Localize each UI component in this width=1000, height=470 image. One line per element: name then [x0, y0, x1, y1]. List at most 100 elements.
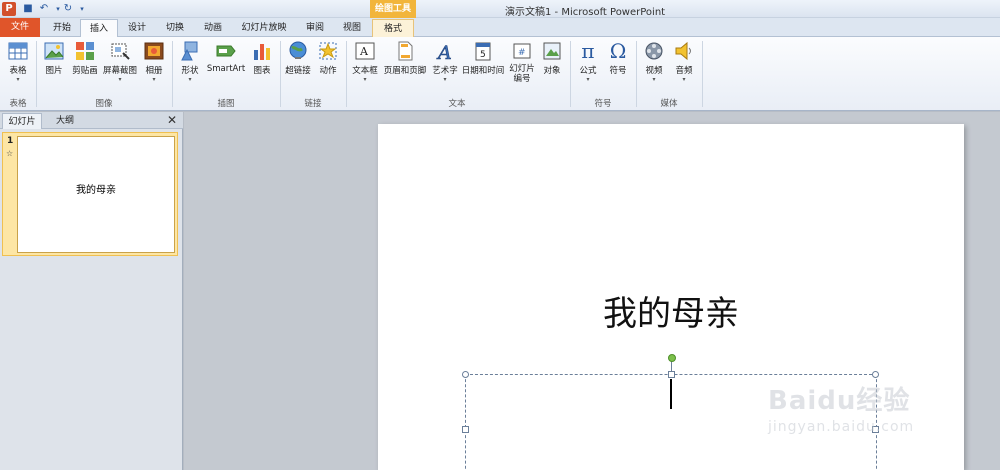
save-icon[interactable]: ■ [22, 3, 34, 15]
resize-handle-top-right[interactable] [872, 371, 879, 378]
group-label-illustrations: 插图 [217, 99, 235, 109]
insert-screenshot-button[interactable]: 屏幕截图 ▾ [102, 40, 138, 84]
insert-textbox-button[interactable]: A 文本框 ▾ [350, 40, 380, 84]
tab-slideshow[interactable]: 幻灯片放映 [236, 19, 292, 37]
slide-thumbnail[interactable]: 我的母亲 [17, 136, 175, 253]
insert-picture-button[interactable]: 图片 [40, 40, 68, 76]
chart-icon [254, 44, 270, 60]
svg-text:5: 5 [480, 50, 486, 60]
insert-table-button[interactable]: 表格 ▾ [4, 40, 32, 84]
redo-icon[interactable]: ↻ [62, 3, 74, 15]
insert-wordart-button[interactable]: A 艺术字 ▾ [430, 40, 460, 84]
insert-chart-button[interactable]: 图表 [248, 40, 276, 76]
undo-icon[interactable]: ↶ [38, 3, 50, 15]
dropdown-arrow-icon: ▾ [586, 76, 590, 83]
insert-smartart-button[interactable]: SmartArt [206, 40, 246, 74]
screenshot-icon [111, 43, 130, 60]
tab-review[interactable]: 审阅 [298, 19, 332, 37]
tab-file[interactable]: 文件 [0, 18, 40, 37]
dropdown-arrow-icon: ▾ [443, 76, 447, 83]
resize-handle-top-left[interactable] [462, 371, 469, 378]
resize-handle-left[interactable] [462, 426, 469, 433]
insert-object-button[interactable]: 对象 [540, 40, 564, 76]
insert-equation-button[interactable]: π 公式 ▾ [574, 40, 602, 84]
slide-transition-icon: ☆ [6, 149, 14, 158]
tab-animations[interactable]: 动画 [196, 19, 230, 37]
insert-shapes-button[interactable]: 形状 ▾ [176, 40, 204, 84]
album-button-label: 相册 [145, 66, 163, 76]
insert-audio-button[interactable]: 音频 ▾ [670, 40, 698, 84]
wordart-icon: A [436, 42, 452, 62]
object-button-label: 对象 [543, 66, 561, 76]
calendar-icon: 5 [475, 42, 491, 61]
audio-button-label: 音频 [675, 66, 693, 76]
slides-pane: 幻灯片 大纲 ✕ 1 ☆ 我的母亲 [0, 112, 183, 470]
insert-clipart-button[interactable]: 剪贴画 [70, 40, 100, 76]
tab-outline[interactable]: 大纲 [46, 113, 84, 129]
action-star-icon [319, 42, 337, 60]
slide-thumbnail-row[interactable]: 1 ☆ 我的母亲 [2, 132, 178, 256]
tab-slides[interactable]: 幻灯片 [2, 113, 42, 129]
tab-home[interactable]: 开始 [46, 19, 78, 37]
insert-video-button[interactable]: 视频 ▾ [640, 40, 668, 84]
picture-button-label: 图片 [45, 66, 63, 76]
date-time-button-label: 日期和时间 [461, 66, 505, 76]
shapes-button-label: 形状 [181, 66, 199, 76]
customize-toolbar-icon[interactable]: ▾ [76, 3, 88, 15]
picture-icon [44, 42, 64, 60]
omega-symbol-icon: Ω [609, 39, 627, 63]
group-separator [570, 41, 571, 107]
thumbnail-title: 我的母亲 [76, 185, 116, 196]
tab-format[interactable]: 格式 [372, 19, 414, 37]
dropdown-arrow-icon: ▾ [363, 76, 367, 83]
slide-number-button-label: 幻灯片 编号 [509, 64, 535, 84]
insert-action-button[interactable]: 动作 [314, 40, 342, 76]
ribbon-tabs: 文件 开始 插入 设计 切换 动画 幻灯片放映 审阅 视图 格式 [0, 18, 1000, 38]
powerpoint-app-icon[interactable]: P [2, 2, 16, 16]
textbox-icon: A [355, 42, 375, 60]
window-title: 演示文稿1 - Microsoft PowerPoint [505, 7, 666, 18]
group-label-images: 图像 [95, 99, 113, 109]
slide-number: 1 [7, 136, 14, 146]
svg-text:A: A [436, 42, 452, 62]
dropdown-arrow-icon: ▾ [188, 76, 192, 83]
insert-header-footer-button[interactable]: 页眉和页脚 [382, 40, 428, 76]
table-icon [8, 42, 28, 60]
rotation-handle[interactable] [668, 354, 676, 362]
speaker-icon [675, 41, 691, 61]
tab-design[interactable]: 设计 [120, 19, 154, 37]
tab-transitions[interactable]: 切换 [158, 19, 192, 37]
watermark-url: jingyan.baidu.com [768, 419, 915, 435]
hyperlink-button-label: 超链接 [285, 66, 311, 76]
insert-hyperlink-button[interactable]: 超链接 [284, 40, 312, 76]
dropdown-arrow-icon: ▾ [152, 76, 156, 83]
header-footer-button-label: 页眉和页脚 [383, 66, 427, 76]
dropdown-arrow-icon: ▾ [118, 76, 122, 83]
pane-tabs: 幻灯片 大纲 ✕ [0, 112, 183, 129]
hyperlink-globe-icon [289, 41, 307, 59]
group-label-media: 媒体 [660, 99, 678, 109]
video-button-label: 视频 [645, 66, 663, 76]
clipart-button-label: 剪贴画 [72, 66, 98, 76]
smartart-icon [216, 45, 236, 57]
group-separator [702, 41, 703, 107]
insert-symbol-button[interactable]: Ω 符号 [604, 40, 632, 76]
table-button-label: 表格 [9, 66, 27, 76]
close-pane-icon[interactable]: ✕ [167, 113, 177, 127]
resize-handle-top[interactable] [668, 371, 675, 378]
insert-slide-number-button[interactable]: # 幻灯片 编号 [506, 40, 538, 84]
dropdown-arrow-icon: ▾ [16, 76, 20, 83]
tab-insert[interactable]: 插入 [80, 19, 118, 38]
group-label-text: 文本 [448, 99, 466, 109]
slide-title-text[interactable]: 我的母亲 [378, 286, 964, 335]
header-footer-icon [398, 41, 413, 61]
film-reel-icon [645, 42, 663, 60]
tab-view[interactable]: 视图 [336, 19, 368, 37]
group-label-symbols: 符号 [594, 99, 612, 109]
insert-date-time-button[interactable]: 5 日期和时间 [460, 40, 506, 76]
title-bar: P ■ ↶ ▾ ↻ ▾ 绘图工具 演示文稿1 - Microsoft Power… [0, 0, 1000, 18]
group-separator [346, 41, 347, 107]
insert-album-button[interactable]: 相册 ▾ [140, 40, 168, 84]
equation-button-label: 公式 [579, 66, 597, 76]
pi-equation-icon: π [581, 39, 595, 63]
